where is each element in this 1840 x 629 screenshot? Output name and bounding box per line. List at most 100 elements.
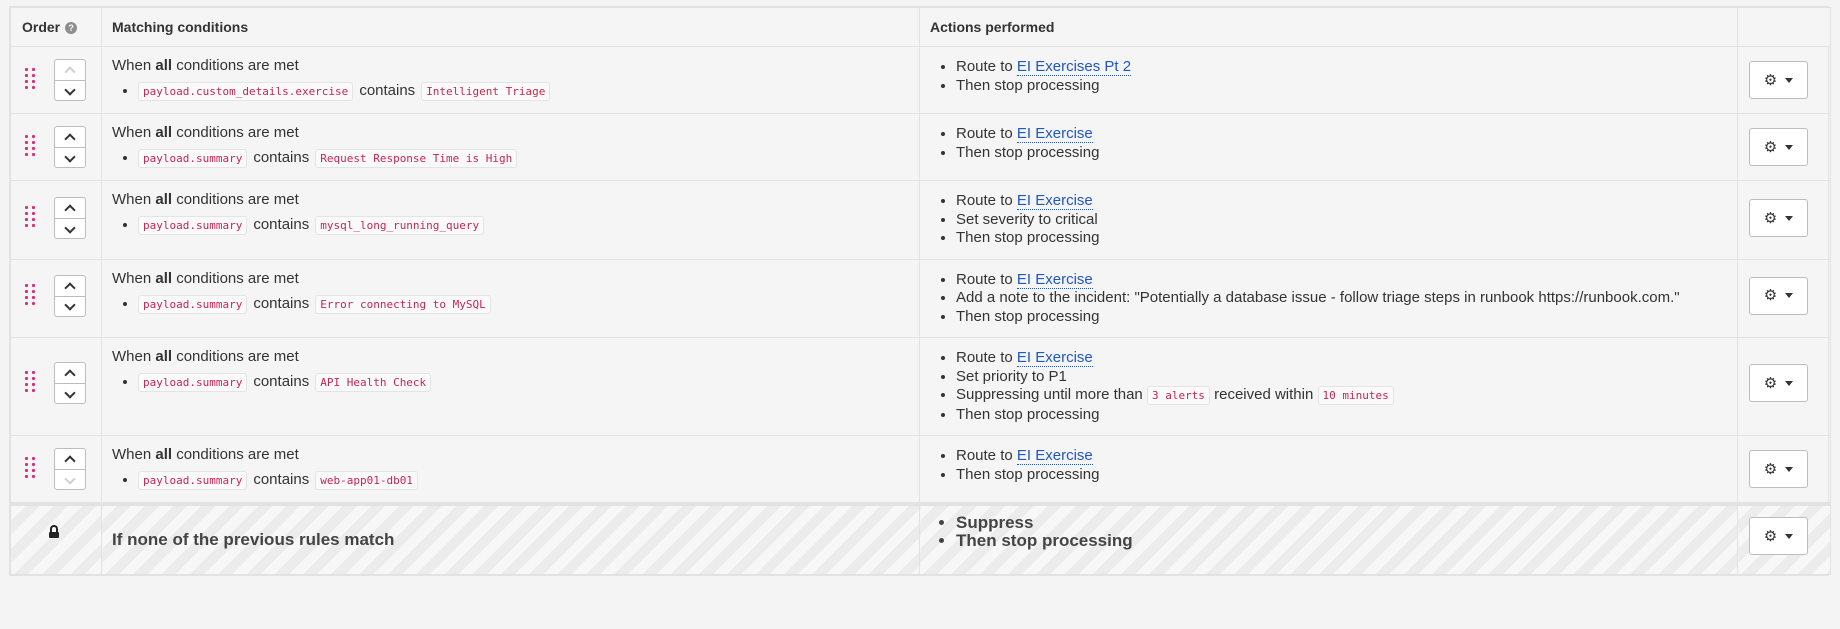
condition-value: Request Response Time is High: [315, 149, 518, 168]
fallback-order-cell: [10, 502, 102, 575]
gear-icon: ⚙: [1763, 71, 1778, 89]
drag-handle-icon[interactable]: [25, 135, 35, 159]
move-up-button[interactable]: [55, 449, 85, 470]
condition-summary: When all conditions are met: [112, 269, 299, 287]
chevron-down-icon: [64, 150, 76, 163]
move-up-button[interactable]: [55, 363, 85, 384]
chevron-down-icon: [64, 221, 76, 234]
rule-settings-cell: ⚙: [1737, 46, 1831, 114]
condition-field: payload.summary: [138, 373, 248, 392]
rule-settings-dropdown-button[interactable]: ⚙: [1749, 61, 1808, 99]
condition-summary: When all conditions are met: [112, 191, 299, 208]
caret-down-icon: [1785, 466, 1794, 472]
reorder-stepper: [54, 274, 86, 317]
rule-settings-dropdown-button[interactable]: ⚙: [1749, 199, 1808, 237]
service-link[interactable]: EI Exercise: [1016, 192, 1093, 210]
action-stop-item: Then stop processing: [956, 77, 1727, 96]
rule-settings-cell: ⚙: [1737, 337, 1831, 436]
gear-icon: ⚙: [1763, 374, 1778, 392]
action-stop-item: Then stop processing: [956, 406, 1727, 425]
drag-handle-icon[interactable]: [25, 206, 35, 230]
action-route-item: Route to EI Exercise: [956, 192, 1727, 211]
rule-settings-dropdown-button[interactable]: ⚙: [1749, 276, 1808, 315]
service-link[interactable]: EI Exercise: [1016, 270, 1093, 289]
rule-row: When all conditions are met payload.summ…: [10, 337, 1831, 436]
rule-actions-cell: Route to EI Exercise Then stop processin…: [919, 113, 1738, 181]
reorder-stepper: [54, 362, 86, 404]
caret-down-icon: [1785, 215, 1794, 221]
service-link[interactable]: EI Exercise: [1016, 349, 1093, 367]
action-route-item: Route to EI Exercise: [956, 270, 1727, 290]
chevron-down-icon: [64, 299, 76, 311]
rule-settings-dropdown-button[interactable]: ⚙: [1749, 364, 1808, 402]
rule-settings-cell: ⚙: [1737, 113, 1831, 181]
move-down-button[interactable]: [55, 297, 85, 316]
conditions-column-header: Matching conditions: [101, 7, 920, 47]
alert-count-value: 3 alerts: [1146, 386, 1210, 405]
condition-operator: contains: [253, 149, 310, 166]
reorder-stepper: [54, 448, 86, 490]
fallback-settings-dropdown-button[interactable]: ⚙: [1749, 517, 1808, 555]
move-up-button[interactable]: [55, 127, 85, 148]
move-down-button[interactable]: [55, 384, 85, 403]
service-link[interactable]: EI Exercise: [1016, 447, 1093, 465]
condition-field: payload.summary: [138, 216, 248, 235]
condition-operator: contains: [253, 471, 310, 488]
condition-item: payload.summary contains Error connecting …: [138, 293, 909, 316]
action-route-item: Route to EI Exercises Pt 2: [956, 58, 1727, 77]
drag-handle-icon[interactable]: [25, 283, 35, 308]
gear-icon: ⚙: [1763, 460, 1778, 478]
fallback-actions-cell: Suppress Then stop processing: [919, 502, 1738, 575]
drag-handle-icon[interactable]: [25, 371, 35, 395]
rule-order-cell: [10, 258, 102, 338]
move-up-button[interactable]: [55, 198, 85, 219]
drag-handle-icon[interactable]: [25, 68, 35, 92]
condition-value: Intelligent Triage: [421, 82, 551, 101]
move-down-button[interactable]: [55, 219, 85, 238]
move-up-button[interactable]: [55, 276, 85, 297]
action-stop-item: Then stop processing: [956, 308, 1727, 327]
time-window-value: 10 minutes: [1317, 386, 1394, 405]
event-rules-table-wrapper: Order? Matching conditions Actions perfo…: [9, 6, 1831, 576]
rule-order-cell: [10, 337, 102, 436]
service-link[interactable]: EI Exercises Pt 2: [1016, 58, 1132, 76]
condition-item: payload.custom_details.exercise contains I…: [138, 80, 909, 103]
condition-field: payload.summary: [138, 149, 248, 168]
service-link[interactable]: EI Exercise: [1016, 125, 1093, 143]
move-down-button[interactable]: [55, 81, 85, 100]
action-stop-item: Then stop processing: [956, 466, 1727, 485]
chevron-up-icon: [64, 455, 76, 467]
condition-summary: When all conditions are met: [112, 57, 299, 74]
condition-operator: contains: [359, 82, 416, 99]
rule-settings-dropdown-button[interactable]: ⚙: [1749, 450, 1808, 488]
order-header-label: Order: [22, 19, 61, 35]
question-circle-icon[interactable]: ?: [65, 22, 78, 34]
reorder-stepper: [54, 59, 86, 101]
caret-down-icon: [1785, 293, 1794, 298]
condition-operator: contains: [253, 216, 310, 233]
condition-summary: When all conditions are met: [112, 124, 299, 141]
rule-order-cell: [10, 113, 102, 181]
rule-settings-dropdown-button[interactable]: ⚙: [1749, 128, 1808, 166]
move-up-button[interactable]: [55, 60, 85, 81]
condition-summary: When all conditions are met: [112, 348, 299, 365]
fallback-rule-row: If none of the previous rules match Supp…: [10, 502, 1831, 575]
action-suppress-item: Suppressing until more than 3 alerts rec…: [956, 386, 1727, 406]
event-rules-table: Order? Matching conditions Actions perfo…: [10, 7, 1831, 575]
reorder-stepper: [54, 126, 86, 168]
condition-field: payload.summary: [138, 294, 248, 314]
reorder-stepper: [54, 197, 86, 239]
action-route-item: Route to EI Exercise: [956, 447, 1727, 466]
condition-item: payload.summary contains API Health Check: [138, 371, 909, 394]
condition-item: payload.summary contains web-app01-db01: [138, 469, 909, 492]
move-down-button[interactable]: [55, 470, 85, 489]
rule-row: When all conditions are met payload.summ…: [10, 435, 1831, 505]
rule-actions-cell: Route to EI Exercise Set severity to cri…: [919, 180, 1738, 260]
drag-handle-icon[interactable]: [25, 457, 35, 481]
actions-column-header: Actions performed: [919, 7, 1738, 47]
rule-actions-cell: Route to EI Exercise Then stop processin…: [919, 435, 1738, 505]
move-down-button[interactable]: [55, 148, 85, 167]
rule-conditions-cell: When all conditions are met payload.summ…: [101, 435, 920, 505]
condition-operator: contains: [253, 294, 310, 312]
condition-value: Error connecting to MySQL: [315, 294, 491, 314]
